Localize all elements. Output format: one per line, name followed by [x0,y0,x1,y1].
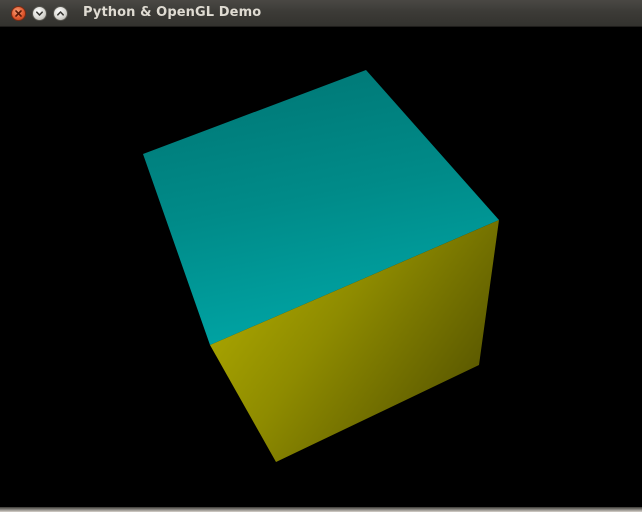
minimize-button[interactable] [32,6,47,21]
maximize-icon [57,11,64,16]
opengl-viewport[interactable] [0,27,642,507]
window-title: Python & OpenGL Demo [83,5,262,20]
maximize-button[interactable] [53,6,68,21]
minimize-icon [36,11,43,16]
close-icon [15,10,22,17]
cube-render [143,70,499,462]
app-window: Python & OpenGL Demo [0,0,642,512]
window-bottom-edge [0,507,642,512]
title-bar[interactable]: Python & OpenGL Demo [0,0,642,27]
close-button[interactable] [11,6,26,21]
